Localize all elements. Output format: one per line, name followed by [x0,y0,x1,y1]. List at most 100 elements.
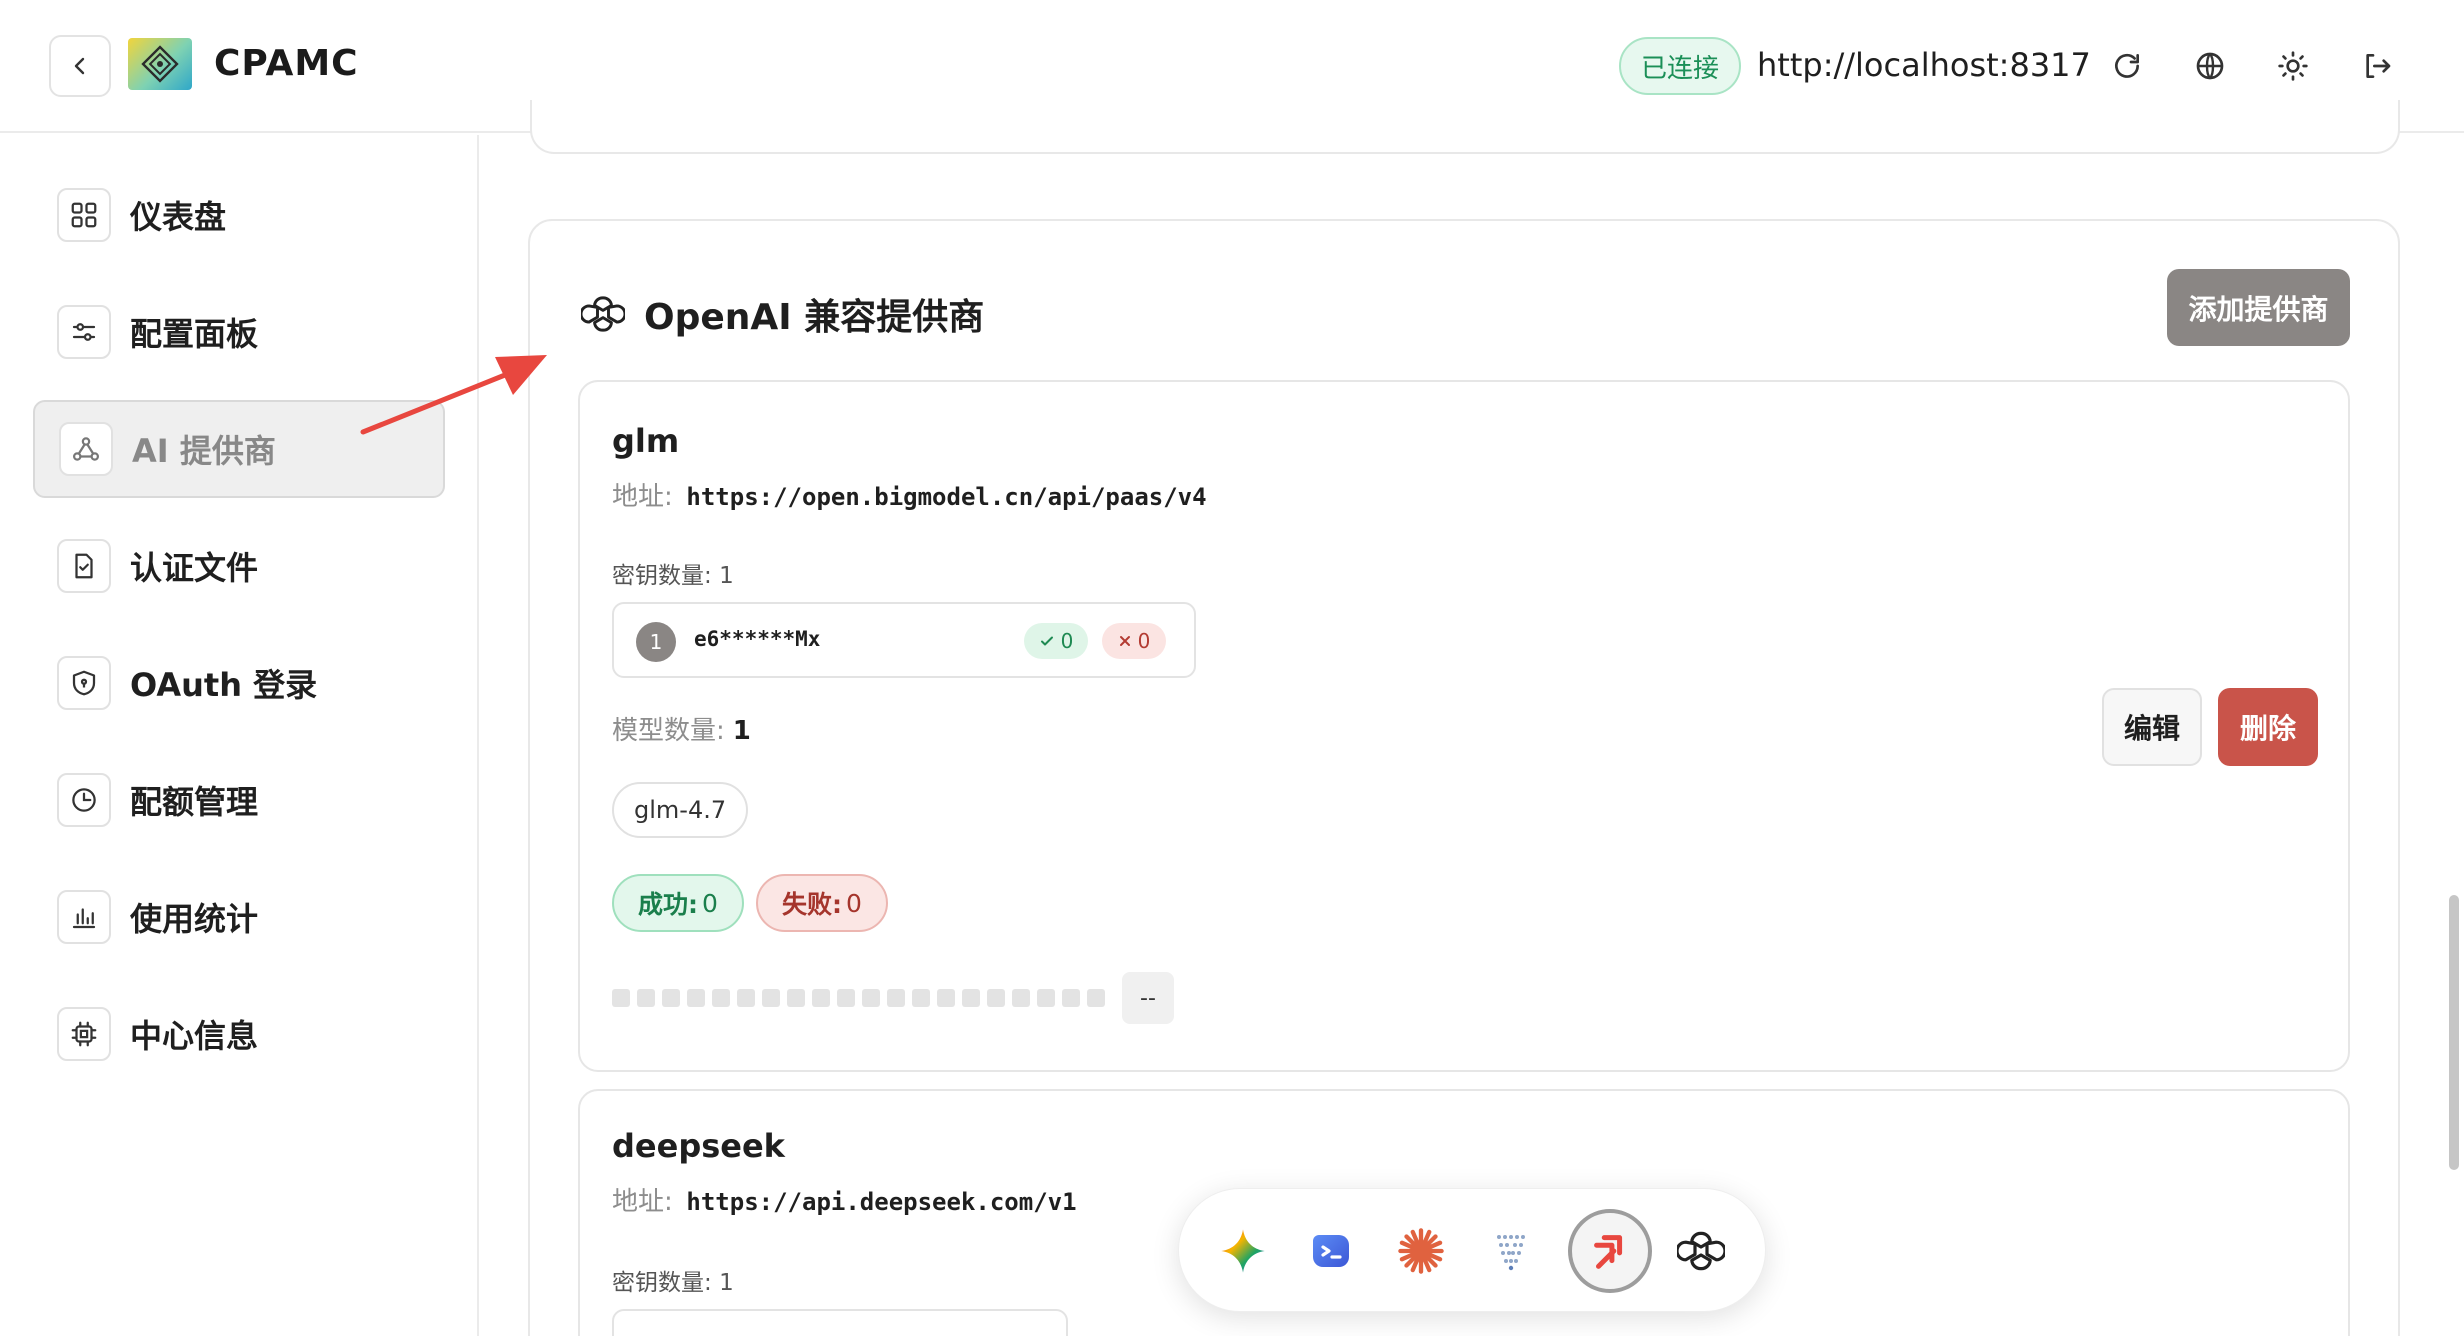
health-segment [912,989,930,1007]
health-segment [987,989,1005,1007]
key-count-value: 1 [719,1270,734,1296]
theme-toggle-button[interactable] [2271,44,2315,88]
sidebar-item-label: 中心信息 [130,1017,259,1055]
sidebar-item-label: AI 提供商 [132,432,276,470]
key-count: 密钥数量: 1 [612,1263,734,1297]
health-segment [887,989,905,1007]
dock-item-terminal[interactable] [1293,1213,1369,1289]
section-title: OpenAI 兼容提供商 [580,288,984,340]
key-success-badge: 0 [1024,623,1088,659]
claude-icon [1398,1228,1444,1274]
check-icon [1040,636,1053,646]
file-check-icon [57,539,111,593]
sidebar-item-label: OAuth 登录 [130,666,318,704]
openai-icon [580,291,626,337]
key-count-label: 密钥数量: [612,563,712,589]
edit-provider-button[interactable]: 编辑 [2102,688,2202,766]
sidebar-item-oauth-login[interactable]: OAuth 登录 [33,634,445,732]
health-segment [962,989,980,1007]
key-failure-badge: 0 [1102,623,1166,659]
model-count-label: 模型数量: [612,716,725,746]
model-chip: glm-4.7 [612,782,749,838]
key-count: 密钥数量: 1 [612,556,734,590]
health-segment [937,989,955,1007]
dock-item-claude[interactable] [1383,1213,1459,1289]
health-segment [687,989,705,1007]
key-success-count: 0 [1060,629,1074,653]
provider-address: 地址: https://open.bigmodel.cn/api/paas/v4 [612,476,1207,513]
sidebar-item-quota[interactable]: 配额管理 [33,751,445,849]
sidebar-item-dashboard[interactable]: 仪表盘 [33,166,445,264]
api-key-row[interactable]: 1 e6******Mx 0 0 [612,602,1196,678]
provider-card-glm: glm 地址: https://open.bigmodel.cn/api/paa… [578,380,2350,1072]
failure-value: 0 [846,888,862,918]
main-scrollbar[interactable] [2449,895,2459,1170]
health-segment [812,989,830,1007]
x-icon [1119,636,1130,646]
sidebar-item-auth-files[interactable]: 认证文件 [33,517,445,615]
add-provider-button[interactable]: 添加提供商 [2167,269,2350,346]
language-button[interactable] [2188,44,2232,88]
address-value: https://open.bigmodel.cn/api/paas/v4 [686,483,1207,511]
previous-section-card [530,100,2400,154]
openai-icon [1677,1231,1725,1271]
cpu-icon [57,1007,111,1061]
sidebar-item-label: 配置面板 [130,315,259,353]
key-index: 1 [636,622,676,662]
server-url: http://localhost:8317 [1757,46,2091,84]
back-button[interactable] [49,35,111,97]
shield-icon [57,656,111,710]
refresh-button[interactable] [2105,44,2149,88]
section-title-text: OpenAI 兼容提供商 [644,297,985,338]
success-label: 成功: [638,890,698,919]
gemini-icon [1221,1229,1265,1273]
dock-item-ampcode[interactable] [1568,1209,1652,1293]
dock-item-openai[interactable] [1663,1213,1739,1289]
globe-icon [2196,52,2224,80]
address-value: https://api.deepseek.com/v1 [686,1188,1077,1216]
chevron-left-icon [74,57,85,75]
address-label: 地址: [612,1187,673,1217]
bar-chart-icon [57,890,111,944]
address-label: 地址: [612,482,673,512]
sidebar-item-center-info[interactable]: 中心信息 [33,985,445,1083]
model-count: 模型数量: 1 [612,710,751,747]
refresh-icon [2115,53,2139,78]
api-key-row[interactable] [612,1309,1068,1336]
provider-name: deepseek [612,1127,785,1165]
app-title: CPAMC [214,43,359,84]
sidebar-item-label: 配额管理 [130,783,259,821]
key-failure-count: 0 [1137,629,1151,653]
health-segment [637,989,655,1007]
health-segment [1037,989,1055,1007]
health-segment [612,989,630,1007]
success-stat-badge: 成功: 0 [612,874,744,932]
model-count-value: 1 [732,716,751,746]
terminal-icon [1313,1235,1349,1267]
key-count-value: 1 [719,563,734,589]
health-segment [837,989,855,1007]
sidebar-item-usage-stats[interactable]: 使用统计 [33,868,445,966]
health-segment [737,989,755,1007]
success-value: 0 [702,888,718,918]
failure-stat-badge: 失败: 0 [756,874,888,932]
dock-item-gemini[interactable] [1205,1213,1281,1289]
sidebar-item-label: 使用统计 [130,900,259,938]
health-segment [762,989,780,1007]
delete-provider-button[interactable]: 删除 [2218,688,2318,766]
sidebar-item-label: 仪表盘 [130,198,227,236]
health-rate-label: -- [1122,972,1174,1024]
ampcode-icon [1594,1235,1623,1269]
health-segment [662,989,680,1007]
provider-name: glm [612,422,680,460]
logout-button[interactable] [2355,44,2399,88]
app-logo [128,38,192,90]
connection-status-badge: 已连接 [1619,37,1741,95]
network-icon [59,422,113,476]
health-segment [1087,989,1105,1007]
dock-item-vertex[interactable] [1473,1213,1549,1289]
dashboard-icon [57,188,111,242]
sidebar-item-label: 认证文件 [130,549,259,587]
health-timeline [612,989,1105,1007]
sidebar: 仪表盘 配置面板 AI 提供商 认证文件 OAuth 登录 配额管理 使用统计 … [0,135,479,1336]
